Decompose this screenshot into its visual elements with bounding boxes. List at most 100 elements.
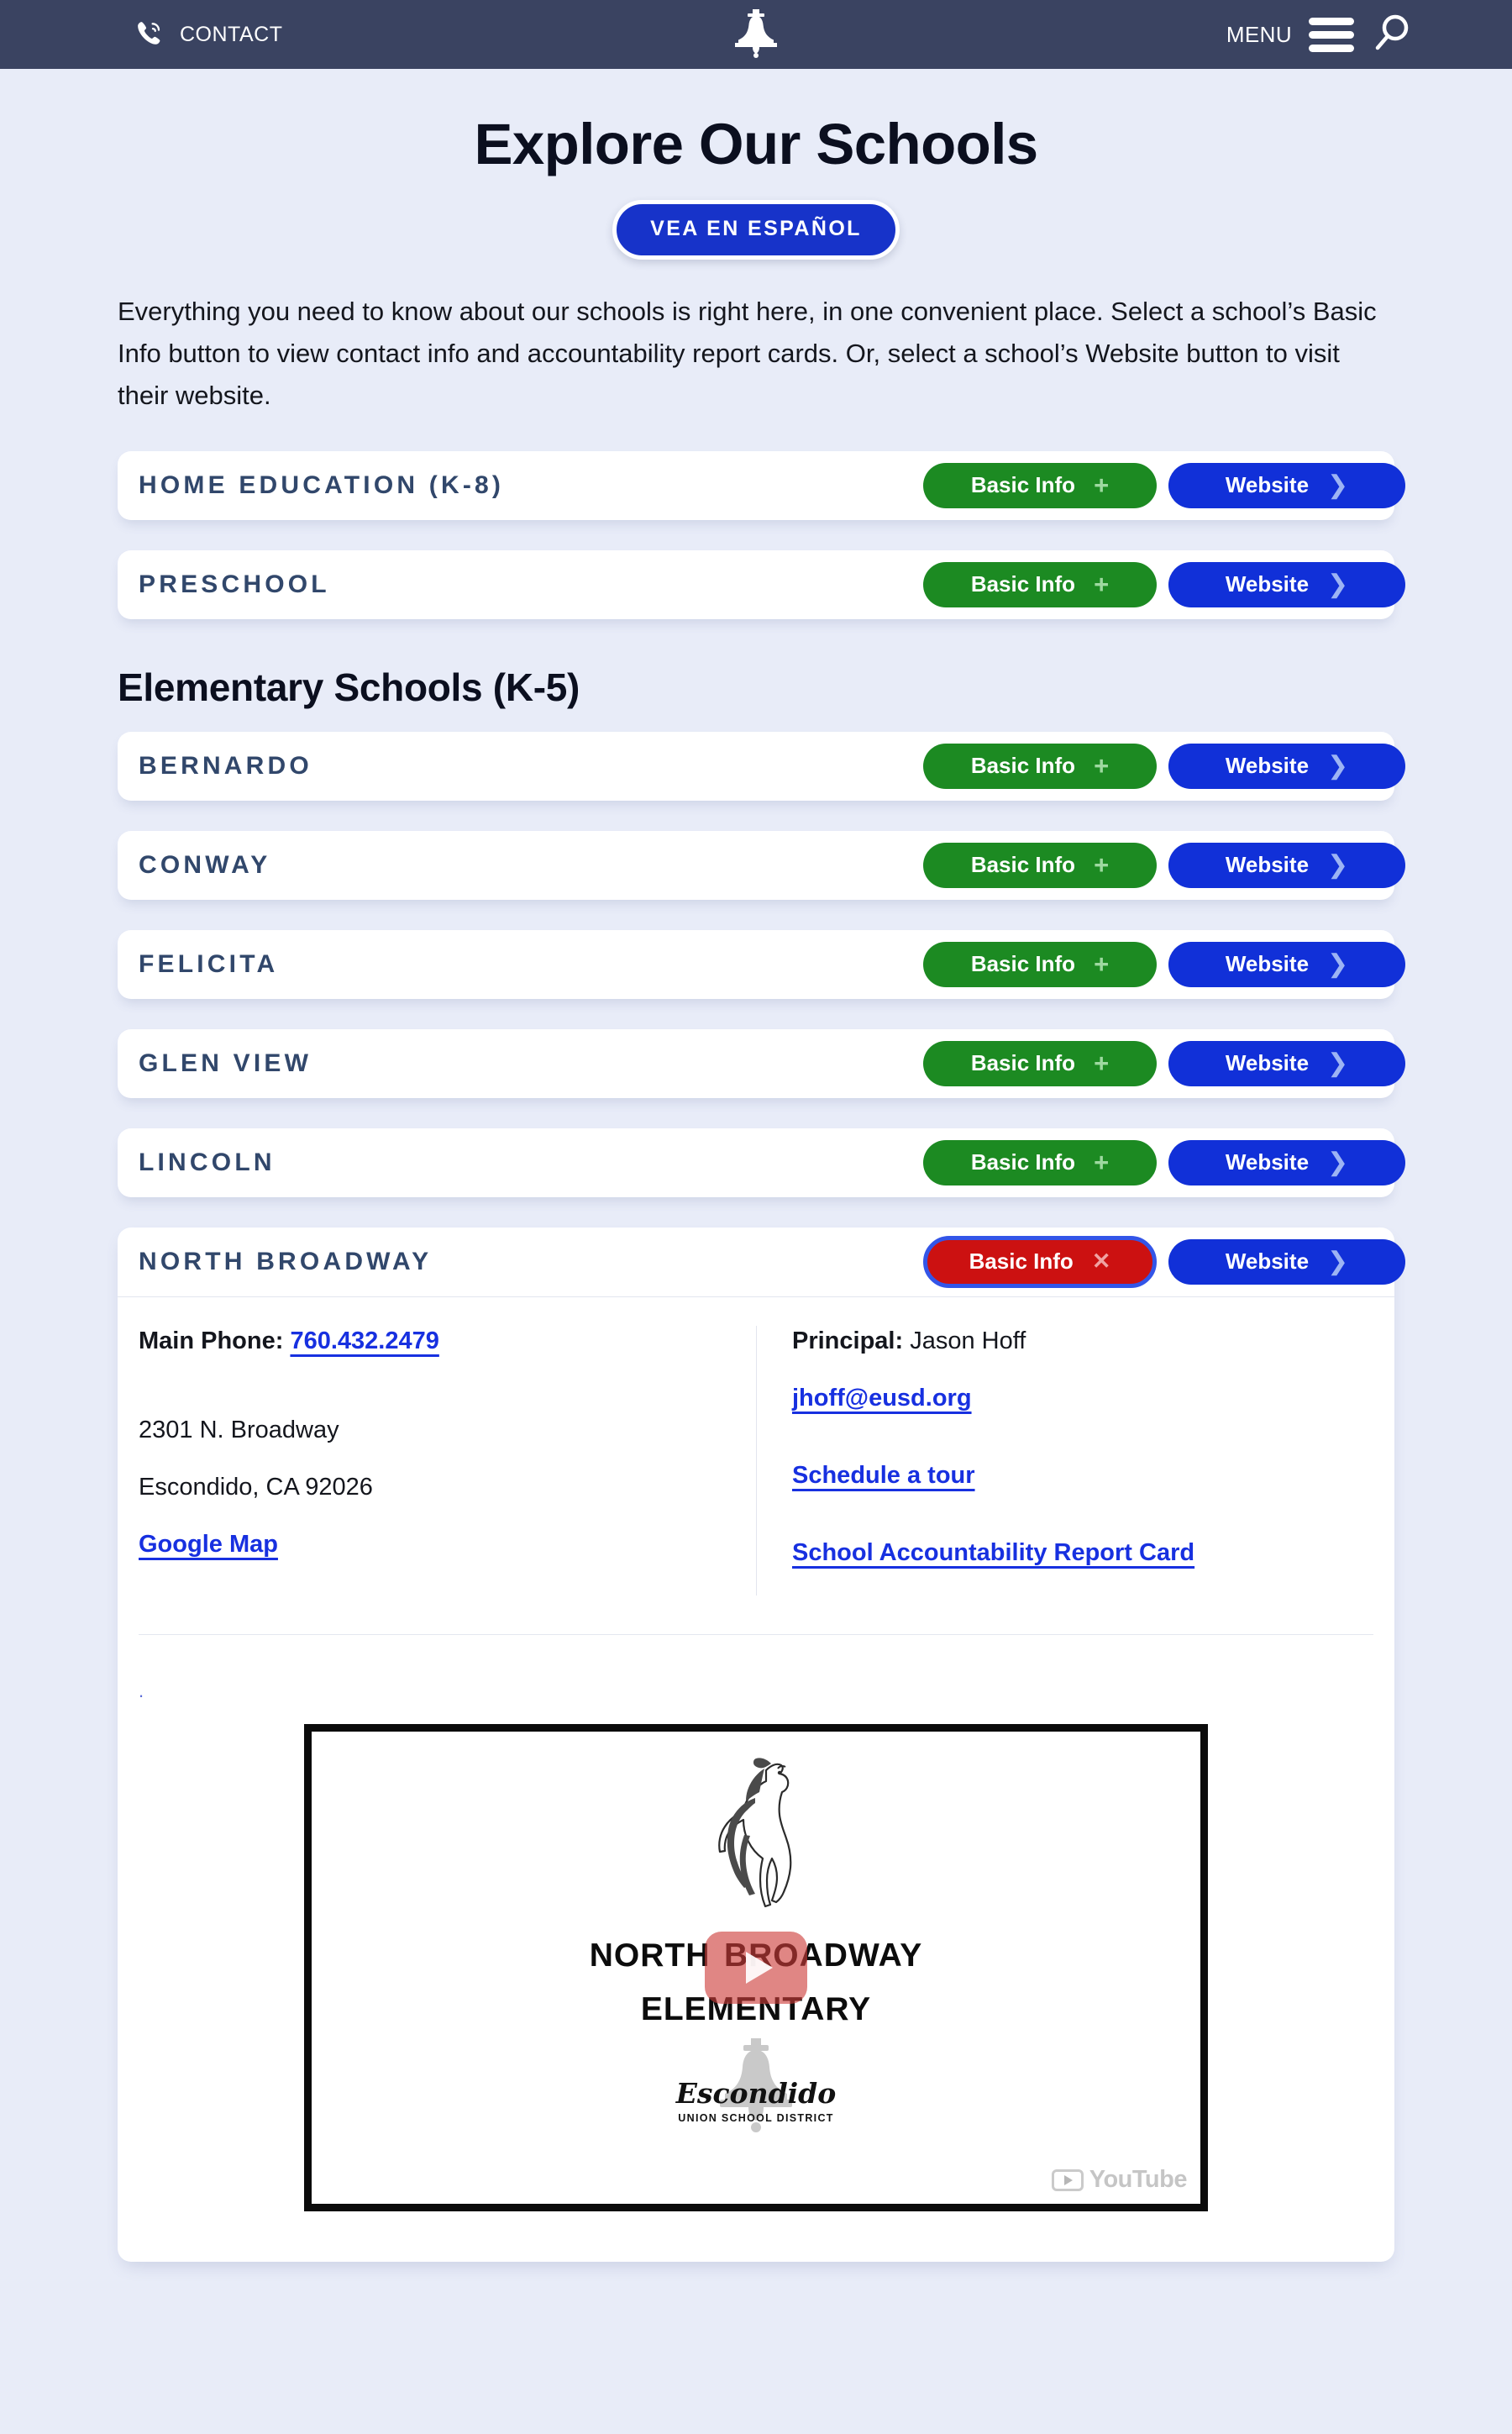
hamburger-icon[interactable] — [1309, 17, 1354, 52]
school-row[interactable]: PRESCHOOL Basic Info + Website ❯ — [118, 549, 1405, 619]
row-actions: Basic Info + Website ❯ — [923, 1139, 1405, 1185]
bell-logo-icon[interactable] — [730, 9, 782, 60]
website-label: Website — [1225, 1249, 1310, 1275]
website-button[interactable]: Website ❯ — [1168, 842, 1405, 888]
youtube-play-icon — [1051, 2169, 1084, 2191]
section-heading-elementary: Elementary Schools (K-5) — [118, 665, 580, 709]
contact-label: CONTACT — [180, 22, 283, 46]
school-accountability-report-card-link[interactable]: School Accountability Report Card — [792, 1539, 1194, 1566]
rearing-horse-mascot-icon — [672, 1750, 840, 1925]
school-row[interactable]: GLEN VIEW Basic Info + Website ❯ — [118, 1028, 1405, 1098]
school-row[interactable]: FELICITA Basic Info + Website ❯ — [118, 929, 1405, 999]
play-triangle-icon — [746, 1952, 773, 1985]
website-label: Website — [1225, 472, 1310, 498]
website-label: Website — [1225, 1149, 1310, 1175]
principal-email-link[interactable]: jhoff@eusd.org — [792, 1385, 972, 1412]
basic-info-button[interactable]: Basic Info + — [923, 1139, 1157, 1185]
detail-column-principal: Principal: Jason Hoff jhoff@eusd.org Sch… — [756, 1325, 1394, 1596]
row-actions: Basic Info + Website ❯ — [923, 842, 1405, 888]
school-video-embed[interactable]: North Broadway Elementary Escondido UN — [304, 1724, 1208, 2212]
google-map-link[interactable]: Google Map — [139, 1531, 278, 1558]
school-row[interactable]: NORTH BROADWAY Basic Info ✕ Website ❯ — [118, 1228, 1405, 1296]
school-name: CONWAY — [139, 850, 271, 879]
schedule-tour-link[interactable]: Schedule a tour — [792, 1462, 975, 1489]
school-detail-panel: Main Phone: 760.432.2479 2301 N. Broadwa… — [118, 1296, 1394, 1596]
chevron-right-icon: ❯ — [1327, 850, 1349, 879]
basic-info-label: Basic Info — [969, 1249, 1074, 1275]
district-logo: Escondido UNION SCHOOL DISTRICT — [676, 2037, 836, 2137]
chevron-right-icon: ❯ — [1327, 949, 1349, 978]
page-body: Explore Our Schools VEA EN ESPAÑOL Every… — [0, 69, 1512, 2263]
search-icon[interactable] — [1371, 12, 1413, 58]
school-name: FELICITA — [139, 949, 279, 978]
row-actions: Basic Info ✕ Website ❯ — [923, 1235, 1405, 1288]
school-name: HOME EDUCATION (K-8) — [139, 471, 505, 499]
basic-info-label: Basic Info — [970, 571, 1076, 597]
website-button[interactable]: Website ❯ — [1168, 743, 1405, 789]
basic-info-button[interactable]: Basic Info + — [923, 941, 1157, 987]
row-actions: Basic Info + Website ❯ — [923, 743, 1405, 789]
chevron-right-icon: ❯ — [1327, 1049, 1349, 1077]
website-button[interactable]: Website ❯ — [1168, 941, 1405, 987]
school-name: BERNARDO — [139, 751, 312, 780]
basic-info-button[interactable]: Basic Info + — [923, 1040, 1157, 1086]
expanded-school-card: NORTH BROADWAY Basic Info ✕ Website ❯ Ma… — [118, 1227, 1405, 2263]
play-button-icon[interactable] — [705, 1932, 807, 2005]
row-actions: Basic Info + Website ❯ — [923, 462, 1405, 508]
plus-icon: + — [1094, 1148, 1110, 1178]
page-title: Explore Our Schools — [474, 112, 1038, 176]
language-button-wrap: VEA EN ESPAÑOL — [0, 199, 1512, 260]
site-header: CONTACT MENU — [0, 0, 1512, 69]
school-row[interactable]: BERNARDO Basic Info + Website ❯ — [118, 731, 1405, 801]
website-button[interactable]: Website ❯ — [1168, 1139, 1405, 1185]
website-button[interactable]: Website ❯ — [1168, 462, 1405, 508]
chevron-right-icon: ❯ — [1327, 751, 1349, 780]
website-button[interactable]: Website ❯ — [1168, 1040, 1405, 1086]
website-button[interactable]: Website ❯ — [1168, 1238, 1405, 1285]
plus-icon: + — [1094, 949, 1110, 980]
email-line: jhoff@eusd.org — [792, 1383, 1371, 1413]
address-line-2: Escondido, CA 92026 — [139, 1474, 373, 1501]
school-row[interactable]: HOME EDUCATION (K-8) Basic Info + Websit… — [118, 450, 1405, 520]
tour-line: Schedule a tour — [792, 1460, 1371, 1490]
basic-info-label: Basic Info — [970, 1050, 1076, 1076]
row-actions: Basic Info + Website ❯ — [923, 1040, 1405, 1086]
top-programs-list: HOME EDUCATION (K-8) Basic Info + Websit… — [118, 450, 1405, 619]
video-thumbnail[interactable]: North Broadway Elementary Escondido UN — [304, 1724, 1208, 2212]
basic-info-button[interactable]: Basic Info + — [923, 743, 1157, 789]
chevron-right-icon: ❯ — [1327, 570, 1349, 598]
close-icon: ✕ — [1091, 1249, 1111, 1275]
plus-icon: + — [1094, 850, 1110, 881]
website-label: Website — [1225, 571, 1310, 597]
vea-en-espanol-button[interactable]: VEA EN ESPAÑOL — [612, 199, 900, 260]
website-button[interactable]: Website ❯ — [1168, 561, 1405, 607]
address-line-1: 2301 N. Broadway — [139, 1416, 339, 1443]
plus-icon: + — [1094, 471, 1110, 501]
principal-label: Principal: — [792, 1327, 904, 1354]
school-name: LINCOLN — [139, 1148, 276, 1176]
basic-info-button[interactable]: Basic Info + — [923, 462, 1157, 508]
row-actions: Basic Info + Website ❯ — [923, 941, 1405, 987]
chevron-right-icon: ❯ — [1327, 1247, 1349, 1275]
principal-name: Jason Hoff — [910, 1327, 1026, 1354]
website-label: Website — [1225, 852, 1310, 878]
website-label: Website — [1225, 1050, 1310, 1076]
sarc-line: School Accountability Report Card — [792, 1538, 1371, 1568]
basic-info-button[interactable]: Basic Info + — [923, 842, 1157, 888]
website-label: Website — [1225, 753, 1310, 779]
plus-icon: + — [1094, 751, 1110, 781]
school-name: PRESCHOOL — [139, 570, 330, 598]
menu-label: MENU — [1226, 21, 1292, 47]
chevron-right-icon: ❯ — [1327, 471, 1349, 499]
youtube-badge[interactable]: YouTube — [1051, 2166, 1188, 2194]
basic-info-button[interactable]: Basic Info + — [923, 561, 1157, 607]
basic-info-button-active[interactable]: Basic Info ✕ — [923, 1235, 1157, 1288]
school-row[interactable]: LINCOLN Basic Info + Website ❯ — [118, 1128, 1405, 1197]
main-phone-link[interactable]: 760.432.2479 — [290, 1327, 438, 1354]
school-row[interactable]: CONWAY Basic Info + Website ❯ — [118, 830, 1405, 900]
contact-link[interactable]: CONTACT — [133, 0, 282, 69]
plus-icon: + — [1094, 1049, 1110, 1079]
district-sub-label: UNION SCHOOL DISTRICT — [678, 2111, 834, 2124]
main-phone-line: Main Phone: 760.432.2479 — [139, 1326, 732, 1356]
phone-icon — [133, 17, 168, 52]
